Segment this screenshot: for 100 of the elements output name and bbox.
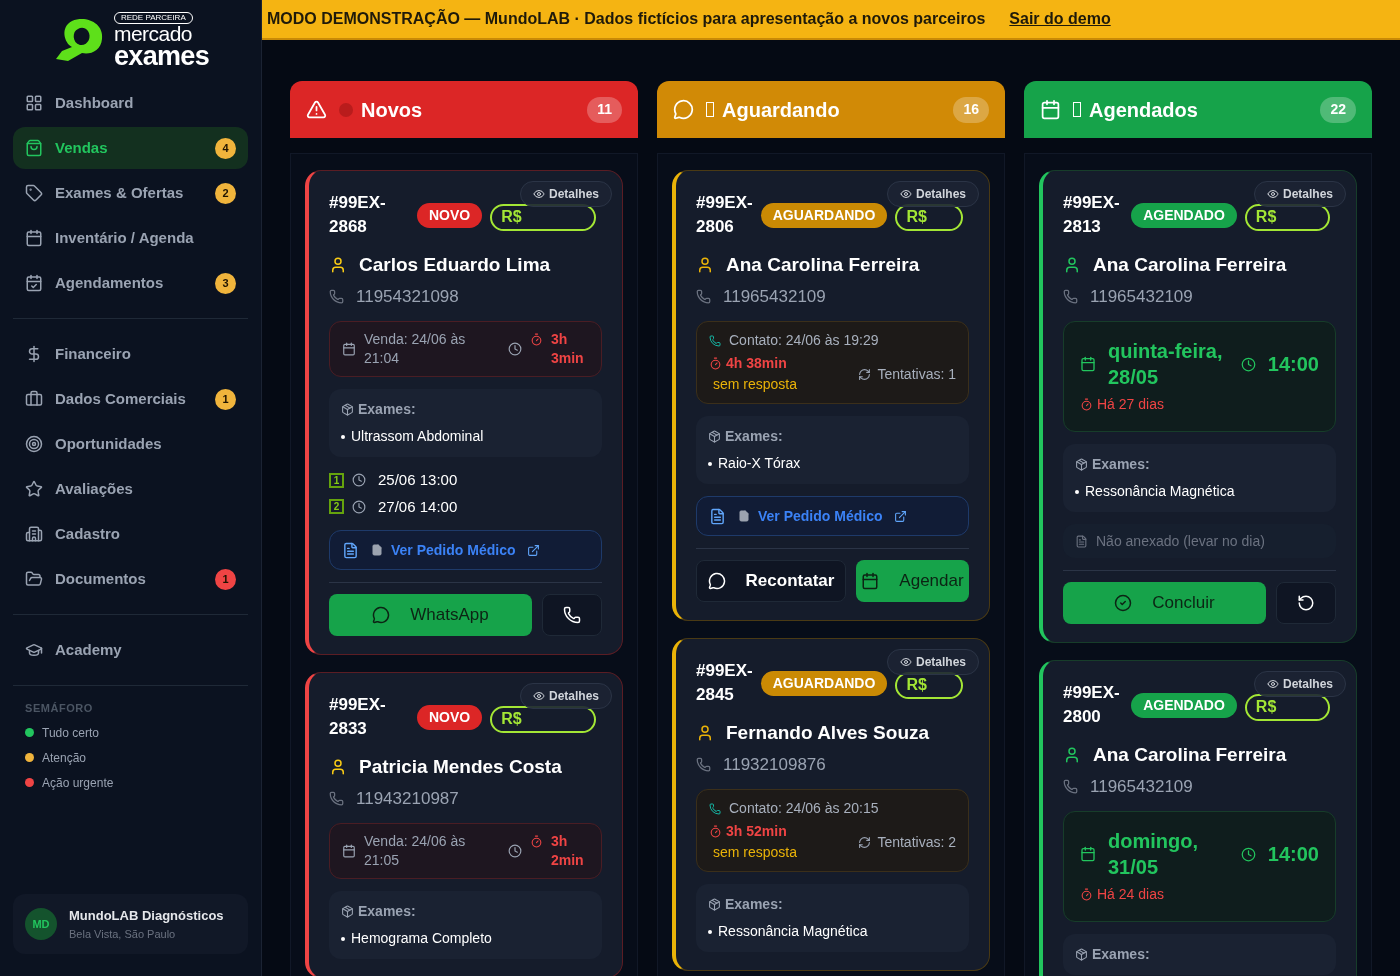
action-button[interactable]: WhatsApp (329, 594, 532, 636)
nav-item[interactable]: Financeiro (13, 333, 248, 375)
exit-demo-link[interactable]: Sair do demo (1009, 7, 1111, 31)
medical-order-link[interactable]: Ver Pedido Médico (329, 530, 602, 570)
nav-item[interactable]: Avaliações (13, 468, 248, 510)
action-button[interactable]: Agendar (856, 560, 969, 602)
details-button[interactable]: Detalhes (886, 181, 979, 207)
phone-icon (1063, 288, 1078, 304)
order-card[interactable]: #99EX-2868 NOVO Detalhes R$ Carlos Eduardo Lima 11954321098 Venda: 24/06 às 21:04 3h 3min Exames: Ultrassom Abdominal 1 25/06 13:00 2 27/06 14:00 Ver Pedido Médico WhatsApp (305, 170, 623, 655)
package-icon (341, 403, 354, 416)
nav-item[interactable]: Oportunidades (13, 423, 248, 465)
count-badge: 1 (215, 568, 236, 590)
column-title: Agendados (1089, 97, 1198, 123)
nav-item[interactable]: Inventário / Agenda (13, 217, 248, 259)
patient-name: Ana Carolina Ferreira (726, 253, 920, 277)
account-location: Bela Vista, São Paulo (69, 926, 177, 942)
slot-time: 25/06 13:00 (378, 470, 458, 490)
status-badge: NOVO (416, 202, 483, 228)
details-button[interactable]: Detalhes (519, 181, 612, 207)
bullet-icon (341, 936, 345, 941)
details-button[interactable]: Detalhes (1253, 181, 1346, 207)
nav-item[interactable]: Dashboard (13, 82, 248, 124)
package-icon (1075, 948, 1088, 961)
nav-item[interactable]: Exames & Ofertas 2 (13, 172, 248, 214)
schedule-date: domingo, 31/05 (1108, 829, 1199, 880)
patient-name: Fernando Alves Souza (726, 721, 930, 745)
exam-name: Raio-X Tórax (718, 454, 801, 473)
order-id: #99EX-2833 (329, 694, 387, 740)
price-tag: R$ (490, 705, 596, 733)
phone-number: 11965432109 (1090, 775, 1193, 798)
clock-icon (352, 499, 366, 514)
status-badge: AGUARDANDO (760, 202, 888, 228)
action-button[interactable]: Concluir (1063, 582, 1266, 624)
phone-number: 11932109876 (723, 753, 826, 776)
price-tag: R$ (490, 203, 596, 231)
order-card[interactable]: #99EX-2800 AGENDADO Detalhes R$ Ana Carolina Ferreira 11965432109 domingo, 31/05 14:00 Há 24 dias Exames: (1039, 660, 1357, 976)
calendar-icon (342, 844, 356, 858)
elapsed-time: 3h 2min (551, 832, 585, 870)
phone-icon (329, 288, 344, 304)
person-icon (329, 256, 347, 275)
medical-order-link[interactable]: Ver Pedido Médico (696, 496, 969, 536)
clock-icon (1240, 356, 1256, 372)
details-button[interactable]: Detalhes (886, 649, 979, 675)
refresh-icon (858, 835, 872, 849)
bullet-icon (708, 461, 712, 466)
file-icon (371, 544, 383, 556)
details-button[interactable]: Detalhes (519, 683, 612, 709)
phone-icon (709, 334, 721, 347)
elapsed-time: 3h 52min (726, 822, 787, 841)
order-id: #99EX-2806 (696, 192, 753, 238)
slot-time: 27/06 14:00 (378, 496, 458, 517)
timer-icon (1080, 398, 1093, 411)
tag-icon (25, 184, 43, 202)
shopping-bag-icon (25, 139, 43, 157)
exam-name: Ressonância Magnética (718, 922, 868, 941)
count-badge: 16 (953, 96, 989, 123)
status-badge: AGENDADO (1131, 202, 1237, 228)
action-button[interactable]: Recontatar (696, 560, 846, 602)
nav-item[interactable]: Documentos 1 (13, 558, 248, 600)
phone-icon (696, 288, 711, 304)
details-button[interactable]: Detalhes (1253, 671, 1346, 697)
document-icon (342, 541, 359, 559)
phone-number: 11954321098 (356, 285, 459, 308)
contact-date: Contato: 24/06 às 19:29 (729, 331, 879, 350)
calendar-icon (1080, 846, 1096, 862)
order-id: #99EX-2813 (1063, 192, 1121, 238)
folder-icon (25, 570, 43, 588)
nav-item[interactable]: Agendamentos 3 (13, 262, 248, 304)
nav-item[interactable]: Cadastro (13, 513, 248, 555)
warning-icon (306, 99, 327, 120)
clock-icon (1240, 846, 1256, 862)
exam-name: Ressonância Magnética (1085, 482, 1235, 501)
nav-item[interactable]: Dados Comerciais 1 (13, 378, 248, 420)
order-card[interactable]: #99EX-2806 AGUARDANDO Detalhes R$ Ana Carolina Ferreira 11965432109 Contato: 24/06 às 19:29 4h 38min sem resposta Tentativas: 1 Exames: Raio-X Tórax Ver Pedido Médico Recontatar Agendar (672, 170, 990, 621)
phone-number: 11943210987 (356, 787, 459, 810)
brand-name: exames (113, 44, 209, 68)
icon-button[interactable] (542, 594, 602, 636)
count-badge: 2 (215, 182, 236, 204)
account-card[interactable]: MD MundoLAB Diagnósticos Bela Vista, São Paulo (13, 894, 248, 954)
package-icon (341, 905, 354, 918)
order-id: #99EX-2800 (1063, 682, 1121, 728)
count-badge: 11 (587, 96, 622, 123)
order-card[interactable]: #99EX-2813 AGENDADO Detalhes R$ Ana Carolina Ferreira 11965432109 quinta-feira, 28/05 14:00 Há 27 dias Exames: Ressonância Magnética Não anexado (levar no dia) Concluir (1039, 170, 1357, 643)
exams-label: Exames: (725, 427, 783, 446)
missing-glyph-icon (1073, 102, 1081, 117)
icon-button[interactable] (1276, 582, 1336, 624)
sale-date: Venda: 24/06 às 21:05 (364, 832, 467, 870)
count-badge: 3 (215, 272, 236, 294)
sale-date: Venda: 24/06 às 21:04 (364, 330, 467, 368)
nav-item[interactable]: Vendas 4 (13, 127, 248, 169)
chat-icon (372, 606, 391, 624)
order-id: #99EX-2868 (329, 192, 387, 238)
target-icon (25, 435, 43, 453)
order-card[interactable]: #99EX-2833 NOVO Detalhes R$ Patricia Mendes Costa 11943210987 Venda: 24/06 às 21:05 3h 2min Exames: Hemograma Completo (305, 672, 623, 976)
nav-item[interactable]: Academy (13, 629, 248, 671)
slot-number: 1 (329, 472, 344, 488)
order-card[interactable]: #99EX-2845 AGUARDANDO Detalhes R$ Fernando Alves Souza 11932109876 Contato: 24/06 às 20:15 3h 52min sem resposta Tentativas: 2 Exames: Ressonância Magnética (672, 638, 990, 971)
column-title: Novos (361, 97, 423, 123)
order-id: #99EX-2845 (696, 660, 753, 706)
eye-icon (532, 188, 545, 200)
